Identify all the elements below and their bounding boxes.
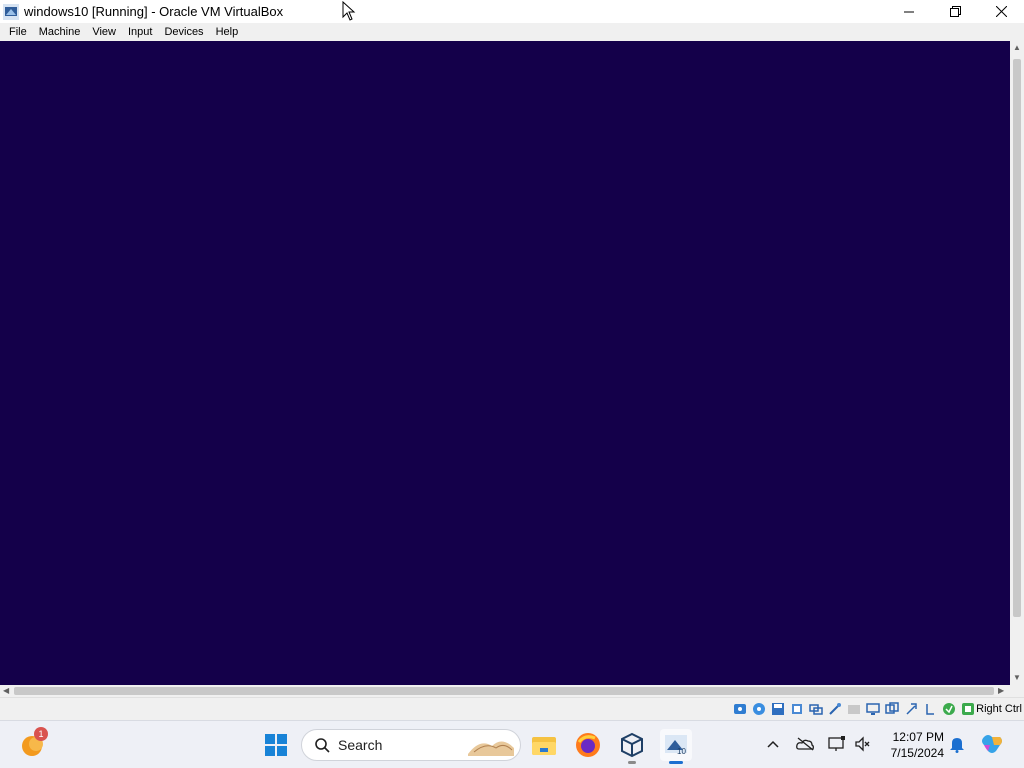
audio-icon[interactable] — [789, 701, 805, 717]
optical-drive-icon[interactable] — [751, 701, 767, 717]
menu-help[interactable]: Help — [210, 23, 245, 41]
window-titlebar[interactable]: windows10 [Running] - Oracle VM VirtualB… — [0, 0, 1024, 23]
capture-icon[interactable] — [903, 701, 919, 717]
search-highlight-art — [468, 741, 514, 756]
copilot-icon — [982, 735, 1002, 753]
mouse-cursor-icon — [342, 1, 356, 21]
virtualbox-vm-icon: 10 — [665, 735, 687, 756]
mouse-integration-icon[interactable] — [922, 701, 938, 717]
window-title: windows10 [Running] - Oracle VM VirtualB… — [24, 4, 284, 19]
windows-taskbar: 1 Search 10 12:07 PM 7/15/2024 — [0, 720, 1024, 768]
scroll-left-icon[interactable]: ◀ — [3, 687, 9, 695]
menu-file[interactable]: File — [3, 23, 33, 41]
horizontal-scroll-thumb[interactable] — [14, 687, 994, 695]
menu-devices[interactable]: Devices — [158, 23, 209, 41]
search-label: Search — [338, 737, 383, 753]
clock-time: 12:07 PM — [892, 730, 944, 744]
cpu-icon[interactable] — [941, 701, 957, 717]
floppy-icon[interactable] — [770, 701, 786, 717]
copilot-button[interactable] — [980, 733, 1002, 755]
search-icon — [315, 738, 330, 753]
vm-display[interactable] — [0, 41, 1010, 685]
menubar: File Machine View Input Devices Help — [0, 23, 1024, 41]
restore-icon — [949, 6, 961, 17]
bell-icon — [950, 738, 964, 753]
horizontal-scrollbar[interactable]: ◀ ▶ — [0, 685, 1010, 697]
virtualbox-vm-button[interactable]: 10 — [660, 729, 692, 764]
taskbar-search[interactable]: Search — [301, 729, 521, 761]
keyboard-icon[interactable] — [960, 701, 976, 717]
network-icon[interactable] — [808, 701, 824, 717]
taskbar-clock[interactable]: 12:07 PM 7/15/2024 — [880, 729, 944, 761]
start-button[interactable] — [264, 733, 288, 757]
chevron-up-icon — [767, 740, 779, 748]
menu-input[interactable]: Input — [122, 23, 158, 41]
hard-disk-icon[interactable] — [732, 701, 748, 717]
svg-text:10: 10 — [677, 747, 686, 756]
recording-icon[interactable] — [884, 701, 900, 717]
scroll-right-icon[interactable]: ▶ — [998, 687, 1004, 695]
onedrive-tray[interactable] — [794, 733, 816, 755]
scroll-up-icon[interactable]: ▲ — [1013, 44, 1021, 52]
minimize-button[interactable] — [886, 0, 932, 23]
weather-widget[interactable]: 1 — [20, 727, 48, 758]
close-button[interactable] — [978, 0, 1024, 23]
shared-folders-icon[interactable] — [846, 701, 862, 717]
onedrive-icon — [796, 737, 814, 751]
notification-badge: 1 — [34, 727, 48, 741]
show-hidden-icons-button[interactable] — [762, 733, 784, 755]
file-explorer-button[interactable] — [528, 729, 560, 761]
host-key-label: Right Ctrl — [976, 703, 1022, 715]
vertical-scrollbar[interactable]: ▲ ▼ — [1010, 41, 1024, 685]
minimize-icon — [904, 11, 914, 12]
firefox-icon — [576, 733, 600, 757]
virtualbox-icon — [621, 732, 643, 758]
menu-machine[interactable]: Machine — [33, 23, 87, 41]
usb-icon[interactable] — [827, 701, 843, 717]
volume-muted-icon — [855, 736, 870, 752]
display-tray[interactable] — [826, 733, 848, 755]
active-indicator — [669, 761, 683, 764]
virtualbox-button[interactable] — [616, 729, 648, 764]
restore-button[interactable] — [932, 0, 978, 23]
vertical-scroll-thumb[interactable] — [1013, 59, 1021, 617]
volume-tray[interactable] — [852, 733, 874, 755]
firefox-button[interactable] — [572, 729, 604, 761]
display-icon[interactable] — [865, 701, 881, 717]
vm-statusbar: Right Ctrl — [0, 697, 1024, 720]
running-indicator — [628, 761, 636, 764]
scroll-corner — [1010, 685, 1024, 697]
close-icon — [995, 6, 1007, 17]
display-settings-icon — [828, 736, 845, 751]
scroll-down-icon[interactable]: ▼ — [1013, 674, 1021, 682]
virtualbox-app-icon — [3, 3, 19, 20]
notifications-button[interactable] — [946, 733, 968, 755]
file-explorer-icon — [532, 737, 556, 755]
menu-view[interactable]: View — [86, 23, 122, 41]
clock-date: 7/15/2024 — [890, 746, 944, 760]
